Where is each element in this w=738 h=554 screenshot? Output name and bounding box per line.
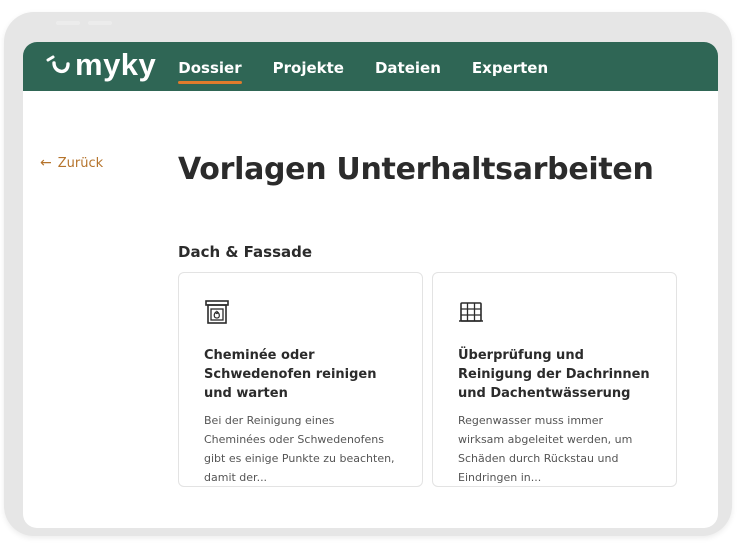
card-description: Regenwasser muss immer wirksam abgeleite…: [458, 414, 633, 484]
back-link[interactable]: ← Zurück: [40, 155, 103, 171]
page-title: Vorlagen Unterhaltsarbeiten: [178, 152, 654, 187]
section-title: Dach & Fassade: [178, 243, 313, 261]
logo[interactable]: myky: [45, 49, 156, 80]
top-navbar: myky Dossier Projekte Dateien Experten: [23, 42, 718, 91]
back-label: Zurück: [57, 155, 104, 171]
template-card[interactable]: Überprüfung und Reinigung der Dachrinnen…: [432, 272, 677, 487]
template-card[interactable]: Cheminée oder Schwedenofen reinigen und …: [178, 272, 423, 487]
roof-grid-icon: [459, 302, 483, 322]
nav-item-dossier[interactable]: Dossier: [178, 57, 242, 84]
nav-item-projekte[interactable]: Projekte: [273, 57, 344, 77]
logo-text: myky: [75, 47, 157, 82]
frame-decoration: [56, 21, 80, 25]
app-screen: myky Dossier Projekte Dateien Experten ←…: [23, 42, 718, 528]
smile-logo-icon: [46, 55, 70, 73]
nav-item-experten[interactable]: Experten: [472, 57, 548, 77]
card-title: Cheminée oder Schwedenofen reinigen und …: [204, 348, 377, 401]
nav-item-dateien[interactable]: Dateien: [375, 57, 441, 77]
card-title: Überprüfung und Reinigung der Dachrinnen…: [458, 348, 650, 401]
frame-decoration: [88, 21, 112, 25]
arrow-left-icon: ←: [40, 155, 52, 171]
card-description: Bei der Reinigung eines Cheminées oder S…: [204, 414, 395, 484]
fireplace-icon: [205, 300, 229, 324]
device-frame: myky Dossier Projekte Dateien Experten ←…: [4, 12, 732, 536]
